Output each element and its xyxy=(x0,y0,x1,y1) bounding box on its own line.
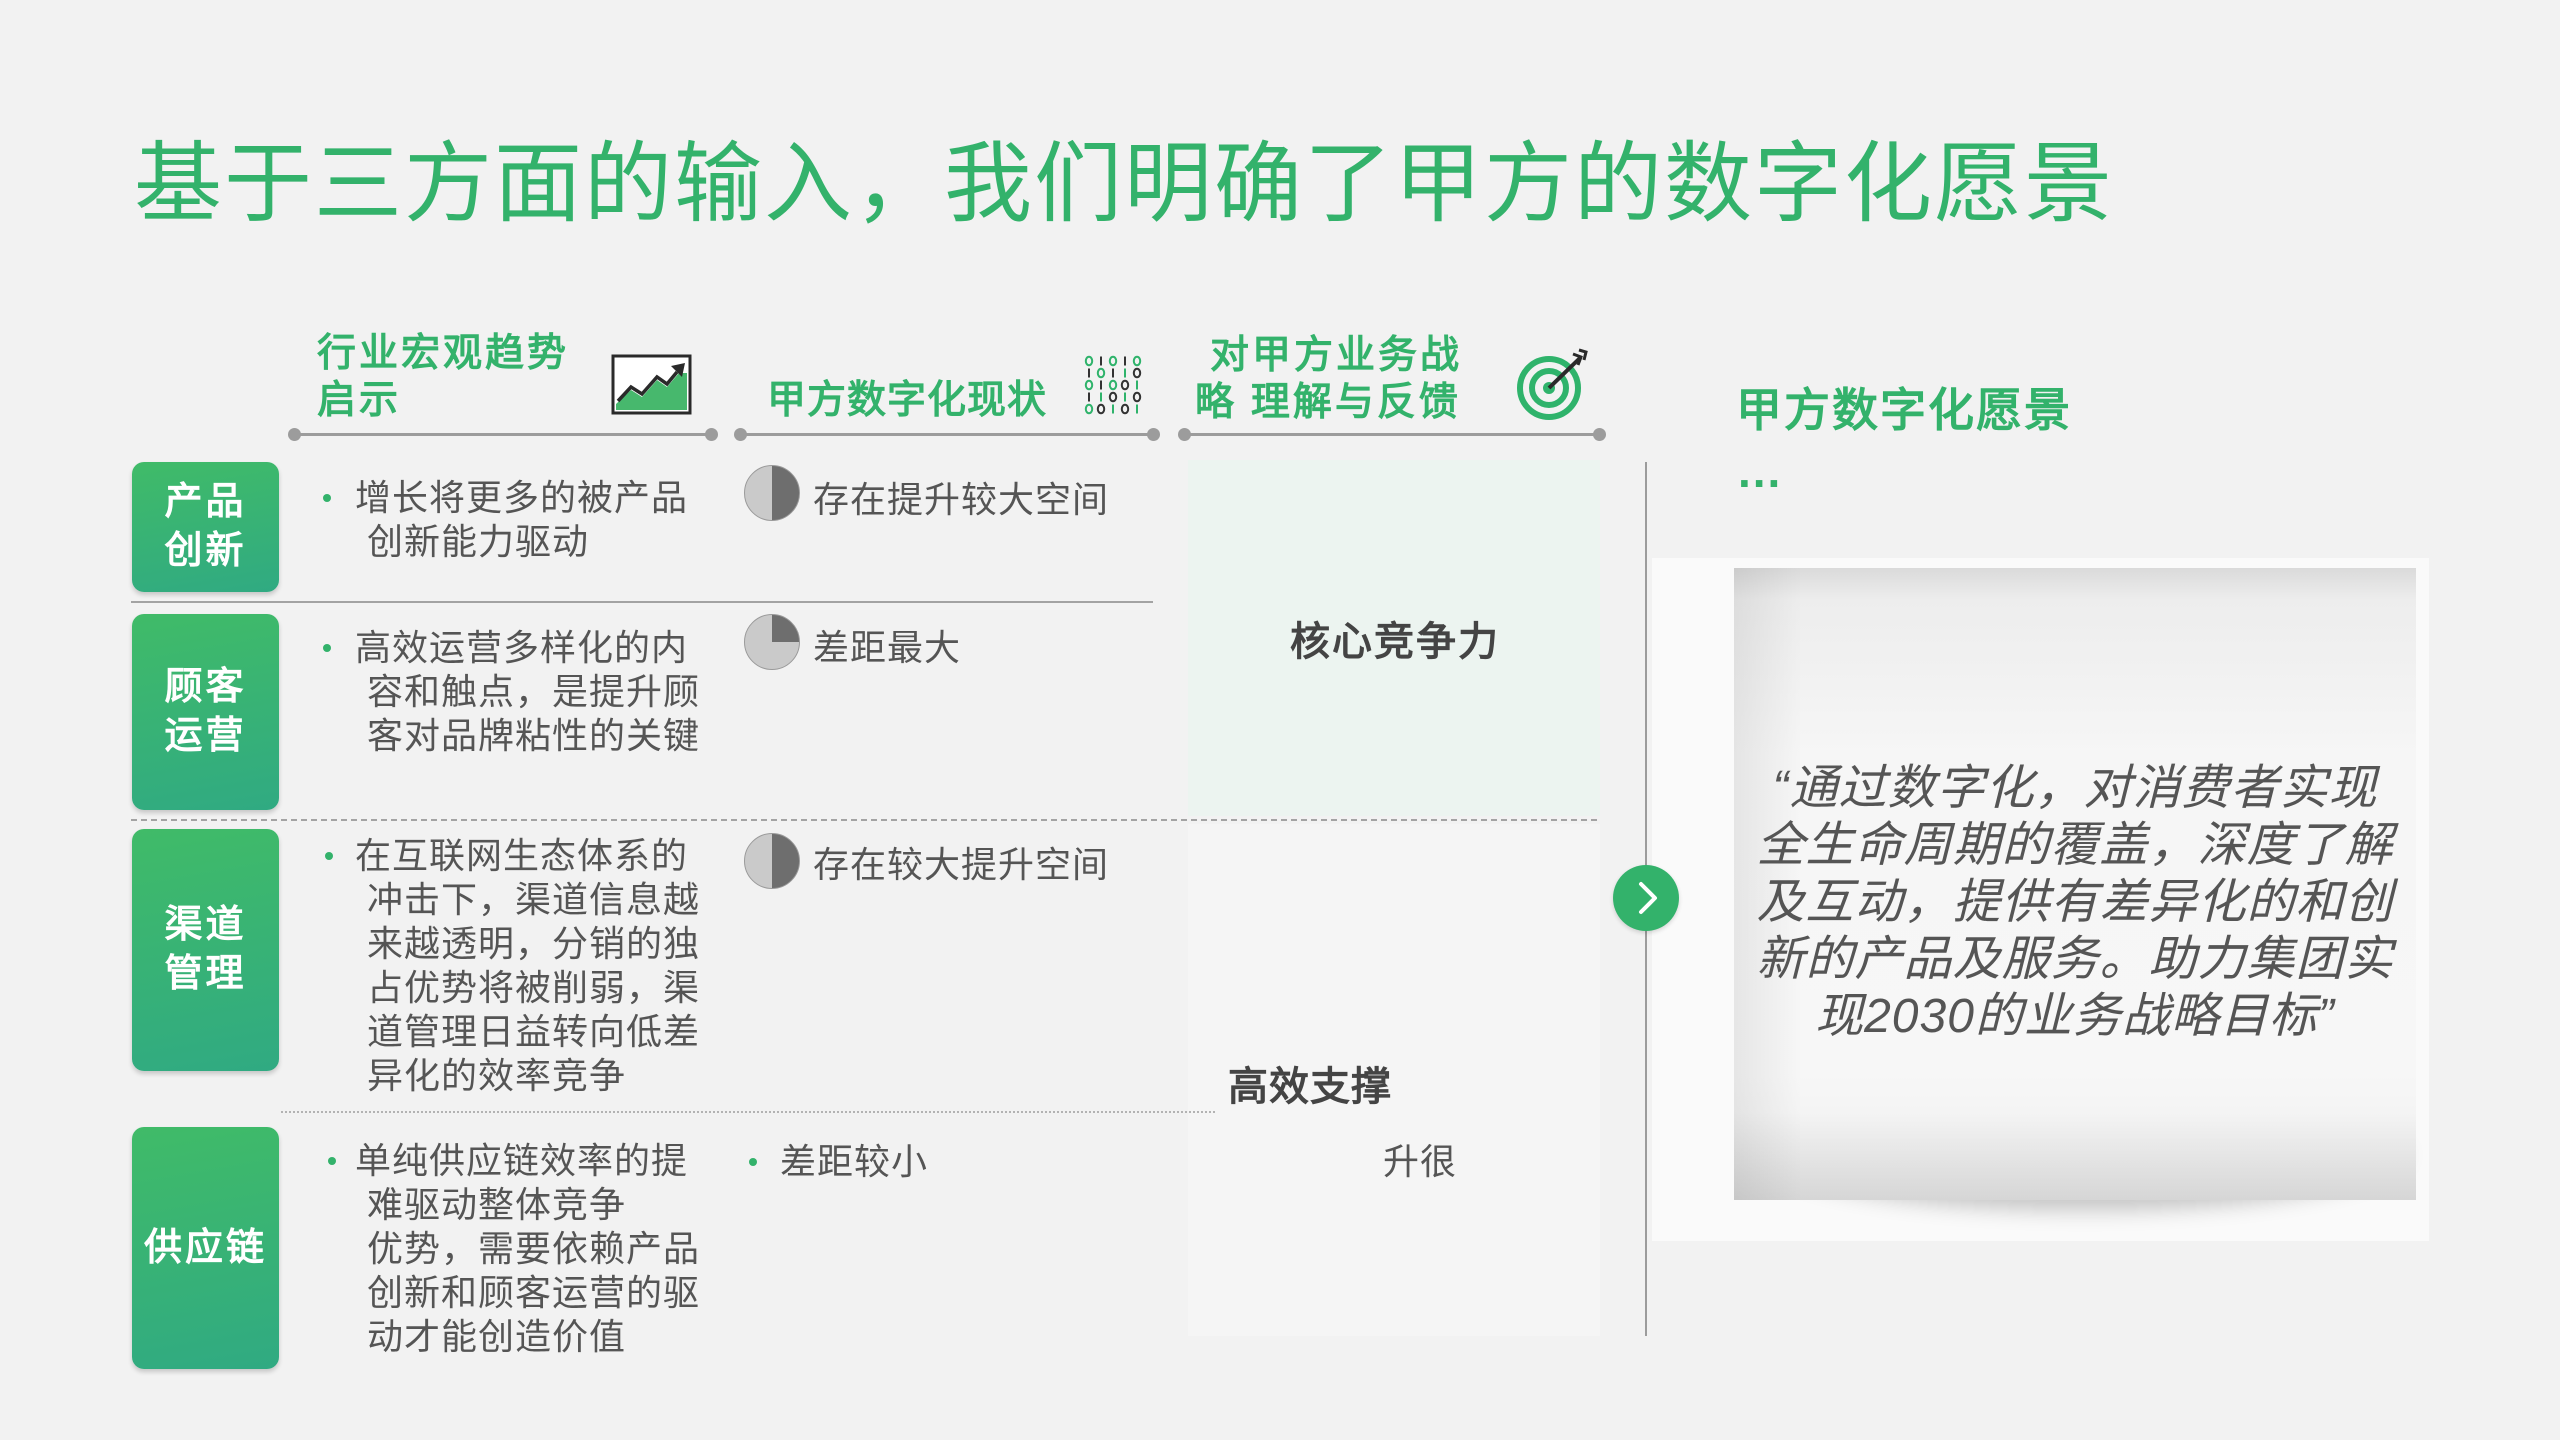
bullet xyxy=(325,852,333,860)
column-header-industry-trend: 行业宏观趋势 启示 xyxy=(317,332,570,422)
column-header-underline xyxy=(734,428,1160,441)
bullet xyxy=(323,494,331,502)
trend-text: 增长将更多的被产品 创新能力驱动 xyxy=(355,477,689,562)
target-icon xyxy=(1515,348,1593,421)
row-divider-dashed xyxy=(131,819,1597,821)
column-header-underline xyxy=(288,428,718,441)
status-text: 差距较小 xyxy=(780,1141,929,1182)
status-text: 差距最大 xyxy=(813,627,962,668)
status-text: 存在提升较大空间 xyxy=(813,479,1110,520)
status-text: 存在较大提升空间 xyxy=(813,844,1110,885)
harvey-ball-icon xyxy=(744,614,800,670)
row-divider xyxy=(131,601,1153,603)
row-label-customer-operations: 顾客 运营 xyxy=(132,614,279,810)
row-divider-dotted xyxy=(281,1111,1215,1113)
page-title: 基于三方面的输入，我们明确了甲方的数字化愿景 xyxy=(134,134,2115,233)
vision-note-paper: “通过数字化，对消费者实现 全生命周期的覆盖，深度了解 及互动，提供有差异化的和… xyxy=(1734,568,2416,1200)
harvey-ball-icon xyxy=(744,833,800,889)
vision-panel: “通过数字化，对消费者实现 全生命周期的覆盖，深度了解 及互动，提供有差异化的和… xyxy=(1652,558,2429,1241)
core-competence-label: 核心竞争力 xyxy=(1290,620,1500,664)
column-header-underline xyxy=(1178,428,1606,441)
feedback-fragment-text: 升很 xyxy=(1383,1141,1458,1182)
row-label-text: 供应链 xyxy=(143,1226,267,1269)
column-header-digital-vision: 甲方数字化愿景 xyxy=(1736,384,2072,436)
binary-data-icon xyxy=(1083,354,1143,415)
column-header-client-status: 甲方数字化现状 xyxy=(767,379,1048,422)
line-chart-icon xyxy=(611,354,692,415)
row-label-supply-chain: 供应链 xyxy=(132,1127,279,1369)
row-label-text: 顾客 运营 xyxy=(164,666,247,757)
row-label-text: 渠道 管理 xyxy=(164,904,247,995)
bullet xyxy=(323,644,331,652)
trend-text: 高效运营多样化的内 容和触点，是提升顾 客对品牌粘性的关键 xyxy=(355,627,701,756)
trend-text: 在互联网生态体系的 冲击下，渠道信息越 来越透明，分销的独 占优势将被削弱，渠 … xyxy=(355,835,701,1096)
efficient-support-label: 高效支撑 xyxy=(1228,1065,1392,1109)
harvey-ball-icon xyxy=(744,465,800,521)
row-label-text: 产品 创新 xyxy=(164,481,247,572)
column-header-strategy-feedback: 对甲方业务战 略 理解与反馈 xyxy=(1195,334,1463,424)
chevron-right-icon xyxy=(1613,865,1679,931)
row-label-product-innovation: 产品 创新 xyxy=(132,462,279,592)
vision-ellipsis: ... xyxy=(1738,445,1783,497)
vision-quote: “通过数字化，对消费者实现 全生命周期的覆盖，深度了解 及互动，提供有差异化的和… xyxy=(1756,762,2394,1043)
bullet xyxy=(328,1157,336,1165)
row-label-channel-management: 渠道 管理 xyxy=(132,829,279,1071)
trend-text: 单纯供应链效率的提 难驱动整体竞争 优势，需要依赖产品 创新和顾客运营的驱 动才… xyxy=(355,1140,701,1357)
bullet xyxy=(749,1158,757,1166)
